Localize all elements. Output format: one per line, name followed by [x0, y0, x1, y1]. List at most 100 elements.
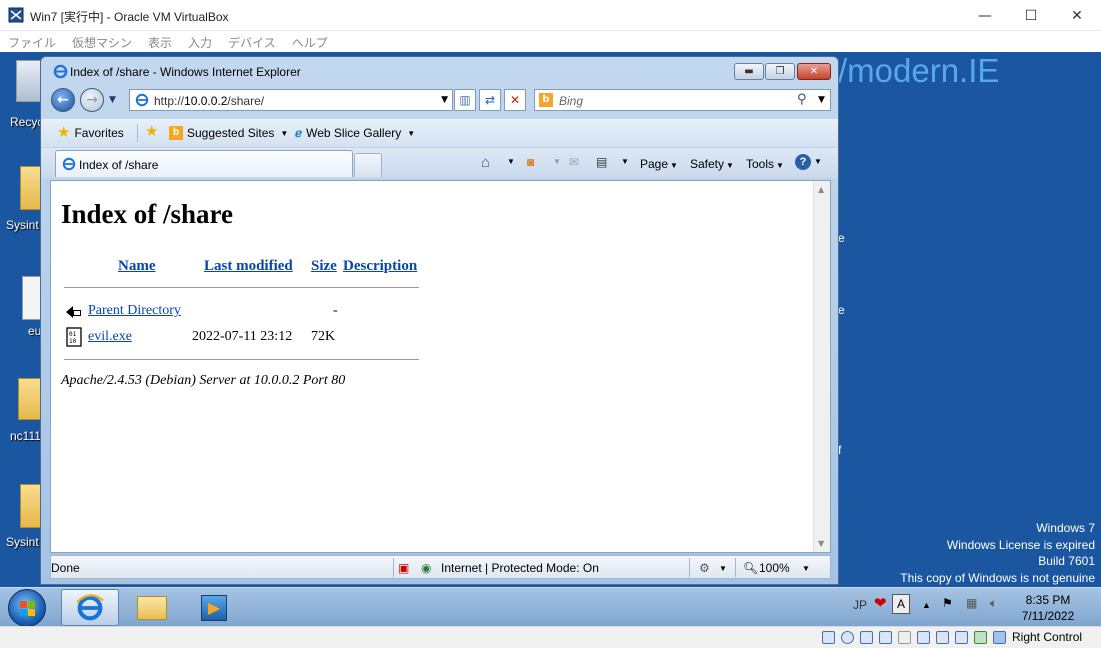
volume-icon[interactable]: 🔈︎: [990, 596, 997, 611]
ie-restore-button[interactable]: ❐: [765, 63, 795, 80]
compatibility-view-icon[interactable]: ▥: [454, 89, 476, 111]
add-to-favorites-button[interactable]: ★: [145, 123, 159, 140]
scroll-up-icon[interactable]: ▲: [818, 185, 824, 194]
home-icon[interactable]: ⌂: [481, 154, 490, 171]
ime-language[interactable]: JP: [853, 598, 867, 612]
read-mail-icon[interactable]: ✉: [569, 155, 579, 169]
maximize-button[interactable]: ☐: [1008, 0, 1054, 31]
search-dropdown-icon[interactable]: ▼: [818, 95, 825, 105]
chevron-down-icon[interactable]: ▼: [507, 157, 515, 166]
help-icon[interactable]: ?: [795, 154, 811, 170]
taskbar-internet-explorer[interactable]: [61, 589, 119, 626]
start-button[interactable]: [8, 589, 46, 627]
taskbar-explorer[interactable]: [123, 589, 181, 626]
wallpaper-text-fragment: e: [838, 303, 845, 317]
blocked-content-icon[interactable]: ▣: [398, 561, 409, 575]
modern-ie-logo: /modern.IE: [838, 52, 1000, 89]
cpu-activity-icon[interactable]: [974, 631, 987, 644]
usb-icon[interactable]: [898, 631, 911, 644]
zoom-icon[interactable]: 🔍︎: [743, 561, 758, 575]
tab-row: Index of /share ⌂ ▼ ◙ ▼ ✉ ▤ ▼ Page ▼ Safe…: [41, 148, 838, 178]
recycle-bin-icon: [16, 60, 42, 102]
address-url: http://10.0.0.2/share/: [154, 94, 265, 108]
optical-drive-icon[interactable]: [841, 631, 854, 644]
refresh-icon[interactable]: ⇄: [479, 89, 501, 111]
feeds-icon[interactable]: ◙: [527, 155, 534, 169]
page-viewport: Index of /share Name Last modified Size …: [50, 180, 831, 553]
vbox-window-title: Win7 [実行中] - Oracle VM VirtualBox: [30, 10, 229, 24]
address-bar[interactable]: http://10.0.0.2/share/ ▼: [129, 89, 453, 111]
new-tab-button[interactable]: [354, 153, 382, 177]
network-icon[interactable]: ▦: [966, 596, 977, 610]
add-favorites-icon: ★: [145, 123, 159, 140]
vertical-scrollbar[interactable]: ▲ ▼: [813, 181, 830, 552]
taskbar-media-player[interactable]: ▶: [185, 589, 243, 626]
column-header-description[interactable]: Description: [343, 258, 417, 275]
column-header-size[interactable]: Size: [311, 258, 337, 275]
hard-disk-icon[interactable]: [822, 631, 835, 644]
column-header-last-modified[interactable]: Last modified: [204, 258, 293, 275]
ie-close-button[interactable]: ✕: [797, 63, 831, 80]
parent-directory-link[interactable]: Parent Directory: [88, 303, 181, 319]
zoom-dropdown-icon[interactable]: ▼: [802, 564, 810, 573]
menu-input[interactable]: 入力: [180, 31, 220, 51]
web-slice-gallery-button[interactable]: ℯ Web Slice Gallery ▼: [295, 126, 415, 140]
shared-folders-icon[interactable]: [917, 631, 930, 644]
search-icon[interactable]: ⚲: [797, 92, 807, 107]
recent-pages-chevron-icon[interactable]: ▼: [109, 95, 116, 105]
back-button[interactable]: ←: [51, 88, 75, 112]
tab-index-of-share[interactable]: Index of /share: [55, 150, 353, 177]
ime-mode[interactable]: A: [892, 594, 910, 614]
chevron-down-icon[interactable]: ▼: [719, 564, 727, 573]
ie-logo-icon: [53, 64, 68, 79]
chevron-down-icon[interactable]: ▼: [621, 157, 629, 166]
ime-pad-icon[interactable]: ❤: [874, 594, 887, 612]
suggested-sites-button[interactable]: b Suggested Sites ▼: [169, 126, 288, 140]
svg-text:01: 01: [69, 331, 77, 338]
favorites-star-icon: ★: [57, 124, 71, 141]
column-header-name[interactable]: Name: [118, 258, 156, 275]
chevron-down-icon: ▼: [280, 128, 289, 138]
safety-menu[interactable]: Safety ▼: [690, 157, 734, 171]
page-menu[interactable]: Page ▼: [640, 157, 678, 171]
action-center-icon[interactable]: ⚑: [942, 596, 953, 610]
back-icon: [66, 306, 81, 318]
stop-icon[interactable]: ✕: [504, 89, 526, 111]
bing-icon: b: [169, 126, 183, 140]
menu-machine[interactable]: 仮想マシン: [64, 31, 140, 51]
show-hidden-icons[interactable]: ▲: [922, 600, 931, 610]
security-zone[interactable]: Internet | Protected Mode: On: [441, 561, 599, 575]
chevron-down-icon[interactable]: ▼: [814, 157, 822, 166]
page-title: Index of /share: [61, 199, 234, 229]
menu-help[interactable]: ヘルプ: [284, 31, 336, 51]
taskbar: ▶ JP ❤ A ▲ ⚑ ▦ 🔈︎ 8:35 PM 7/11/2022: [0, 587, 1101, 627]
evil-exe-link[interactable]: evil.exe: [88, 329, 132, 345]
audio-icon[interactable]: [860, 631, 873, 644]
tools-menu[interactable]: Tools ▼: [746, 157, 784, 171]
forward-button[interactable]: →: [80, 88, 104, 112]
video-capture-icon[interactable]: [955, 631, 968, 644]
chevron-down-icon[interactable]: ▼: [553, 157, 561, 166]
menu-file[interactable]: ファイル: [0, 31, 64, 51]
network-adapter-icon[interactable]: [879, 631, 892, 644]
favorites-bar: ★ Favorites ★ b Suggested Sites ▼ ℯ Web Slic…: [41, 119, 838, 147]
system-clock[interactable]: 8:35 PM 7/11/2022: [1014, 592, 1082, 624]
folder-icon: [20, 166, 42, 210]
print-icon[interactable]: ▤: [596, 155, 607, 169]
minimize-button[interactable]: —: [962, 0, 1008, 31]
favorites-button[interactable]: ★ Favorites: [57, 124, 124, 141]
folder-icon: [20, 484, 42, 528]
zoom-level[interactable]: 100%: [759, 561, 790, 575]
menu-devices[interactable]: デバイス: [220, 31, 284, 51]
close-button[interactable]: ✕: [1054, 0, 1100, 31]
ie-titlebar: Index of /share - Windows Internet Explo…: [41, 57, 838, 85]
mouse-integration-icon[interactable]: [993, 631, 1006, 644]
menu-view[interactable]: 表示: [140, 31, 180, 51]
ie-window: Index of /share - Windows Internet Explo…: [40, 56, 839, 585]
display-icon[interactable]: [936, 631, 949, 644]
ie-minimize-button[interactable]: ▬: [734, 63, 764, 80]
accelerator-icon[interactable]: ⚙: [699, 561, 710, 575]
address-dropdown-icon[interactable]: ▼: [441, 95, 448, 105]
scroll-down-icon[interactable]: ▼: [818, 539, 824, 548]
search-input[interactable]: b Bing ⚲ ▼: [534, 89, 831, 111]
